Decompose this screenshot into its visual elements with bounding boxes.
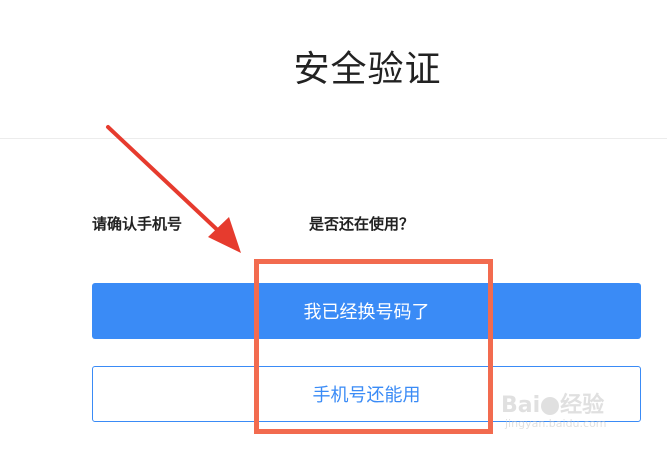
- confirm-phone-label: 请确认手机号: [92, 215, 183, 233]
- security-verification-page: 安全验证 请确认手机号 是否还在使用？ 我已经换号码了 手机号还能用 Bai 经验…: [0, 0, 667, 451]
- still-in-use-question: 是否还在使用？: [309, 215, 415, 233]
- still-usable-button[interactable]: 手机号还能用: [92, 366, 641, 422]
- changed-number-button[interactable]: 我已经换号码了: [92, 283, 641, 339]
- page-header: 安全验证: [0, 0, 667, 139]
- page-title: 安全验证: [293, 49, 442, 90]
